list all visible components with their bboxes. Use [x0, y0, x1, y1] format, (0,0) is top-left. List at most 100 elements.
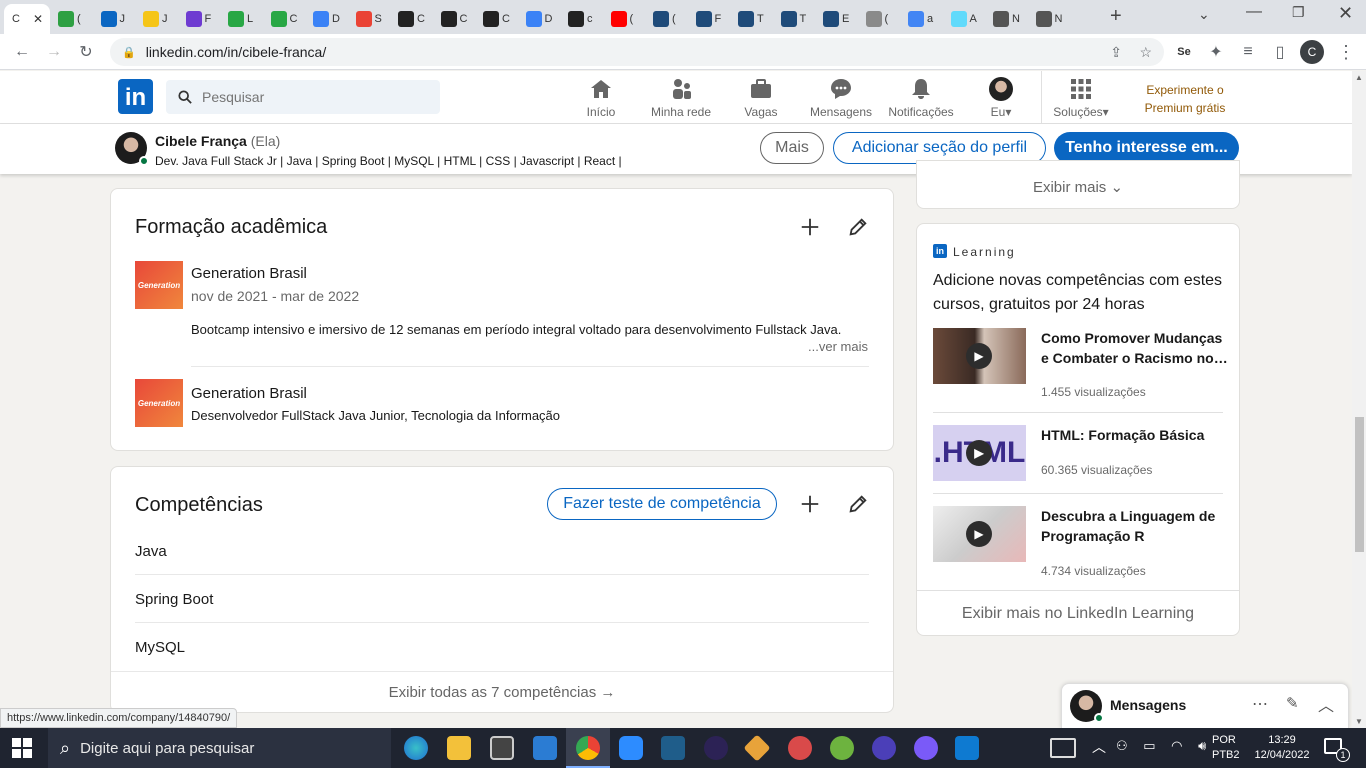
restore-icon[interactable]: ❐ [1292, 4, 1305, 21]
compose-icon[interactable]: ✎ [1286, 694, 1299, 712]
browser-tab[interactable]: ( [50, 4, 93, 34]
zoom-icon[interactable] [619, 736, 643, 760]
browser-tab[interactable]: ( [645, 4, 688, 34]
app-icon-3[interactable] [914, 736, 938, 760]
browser-tab[interactable]: c [560, 4, 603, 34]
messaging-overlay[interactable]: Mensagens ⋯ ✎ ︿ [1061, 683, 1349, 728]
browser-tab[interactable]: A [943, 4, 986, 34]
media-icon[interactable]: ≡ [1236, 40, 1260, 64]
side-panel-icon[interactable]: ▯ [1268, 40, 1292, 64]
menu-icon[interactable]: ⋮ [1334, 40, 1358, 64]
vscode-icon[interactable] [955, 736, 979, 760]
browser-tab[interactable]: C [390, 4, 433, 34]
browser-tab[interactable]: E [815, 4, 858, 34]
file-explorer-icon[interactable] [447, 736, 471, 760]
app-icon-2[interactable] [872, 736, 896, 760]
school-name[interactable]: Generation Brasil [191, 385, 307, 402]
course-title[interactable]: Como Promover Mudanças e Combater o Raci… [1041, 328, 1231, 368]
clock[interactable]: 13:29 12/04/2022 [1250, 733, 1314, 763]
browser-tab-active[interactable]: C ✕ [4, 4, 50, 34]
browser-tab[interactable]: N [1028, 4, 1071, 34]
learning-footer-link[interactable]: Exibir mais no LinkedIn Learning [917, 605, 1239, 623]
skill-test-button[interactable]: Fazer teste de competência [547, 488, 777, 520]
more-options-icon[interactable]: ⋯ [1252, 694, 1268, 714]
browser-tab[interactable]: L [220, 4, 263, 34]
browser-tab[interactable]: F [688, 4, 731, 34]
profile-avatar[interactable]: C [1300, 40, 1324, 64]
see-more-link[interactable]: ...ver mais [808, 339, 868, 354]
reload-icon[interactable]: ↻ [74, 40, 98, 64]
show-more-button[interactable]: Exibir mais ⌄ [917, 178, 1239, 196]
chrome-icon[interactable] [576, 736, 600, 760]
tray-icons[interactable]: ⚇ ▭ ◠ 🔊︎ [1116, 738, 1212, 754]
mysql-workbench-icon[interactable] [661, 736, 685, 760]
nav-notificacoes[interactable]: Notificações [881, 77, 961, 119]
minimize-icon[interactable]: — [1246, 3, 1262, 21]
extensions-icon[interactable]: ✦ [1204, 40, 1228, 64]
course-thumbnail[interactable]: .HTML ▶ [933, 425, 1026, 481]
browser-tab[interactable]: C [263, 4, 306, 34]
spring-tool-icon[interactable] [830, 736, 854, 760]
show-all-skills-link[interactable]: Exibir todas as 7 competências → [111, 684, 893, 701]
windows-start-icon[interactable] [12, 738, 32, 758]
nav-inicio[interactable]: Início [561, 77, 641, 119]
selenium-ext-icon[interactable]: Se [1172, 40, 1196, 64]
forward-icon[interactable]: → [42, 40, 66, 64]
browser-tab[interactable]: a [900, 4, 943, 34]
page-scrollbar[interactable]: ▲ ▼ [1352, 71, 1366, 728]
taskbar-search[interactable]: ⌕ Digite aqui para pesquisar [48, 728, 391, 768]
browser-tab[interactable]: S [348, 4, 391, 34]
browser-tab[interactable]: T [773, 4, 816, 34]
add-icon[interactable] [799, 493, 821, 515]
nav-mensagens[interactable]: Mensagens [801, 77, 881, 119]
more-button[interactable]: Mais [760, 132, 824, 164]
browser-tab[interactable]: N [985, 4, 1028, 34]
back-icon[interactable]: ← [10, 40, 34, 64]
browser-tab[interactable]: D [305, 4, 348, 34]
course-thumbnail[interactable]: ▶ [933, 328, 1026, 384]
close-window-icon[interactable]: ✕ [1338, 3, 1353, 24]
course-title[interactable]: Descubra a Linguagem de Programação R [1041, 506, 1231, 546]
edge-icon[interactable] [404, 736, 428, 760]
premium-link[interactable]: Experimente o Premium grátis [1130, 81, 1240, 117]
browser-tab[interactable]: ( [858, 4, 901, 34]
tray-up-arrow-icon[interactable]: ︿ [1092, 737, 1106, 757]
skill-item[interactable]: MySQL [135, 639, 185, 656]
tab-search-icon[interactable]: ⌄ [1198, 6, 1210, 23]
browser-tab[interactable]: J [93, 4, 136, 34]
skill-item[interactable]: Java [135, 543, 167, 560]
browser-tab[interactable]: ( [603, 4, 646, 34]
nav-eu[interactable]: Eu▾ [961, 77, 1041, 119]
school-name[interactable]: Generation Brasil [191, 265, 307, 282]
school-logo[interactable]: Generation [135, 261, 183, 309]
eclipse-icon[interactable] [704, 736, 728, 760]
new-tab-button[interactable]: + [1110, 5, 1122, 28]
add-icon[interactable] [799, 216, 821, 238]
bookmark-star-icon[interactable]: ☆ [1139, 44, 1152, 61]
browser-tab[interactable]: C [475, 4, 518, 34]
school-logo[interactable]: Generation [135, 379, 183, 427]
edit-pencil-icon[interactable] [847, 493, 869, 515]
nav-solucoes[interactable]: Soluções▾ [1041, 77, 1121, 119]
linkedin-logo[interactable]: in [118, 79, 153, 114]
share-icon[interactable]: ⇪ [1110, 44, 1122, 61]
chevron-up-icon[interactable]: ︿ [1318, 692, 1334, 716]
nav-vagas[interactable]: Vagas [721, 77, 801, 119]
course-title[interactable]: HTML: Formação Básica [1041, 425, 1231, 445]
search-box[interactable] [166, 80, 440, 114]
address-bar[interactable]: 🔒 linkedin.com/in/cibele-franca/ ⇪ ☆ [110, 38, 1164, 66]
browser-tab[interactable]: F [178, 4, 221, 34]
course-thumbnail[interactable]: ▶ [933, 506, 1026, 562]
tab-close-icon[interactable]: ✕ [33, 12, 43, 26]
store-icon[interactable] [490, 736, 514, 760]
app-icon[interactable] [788, 736, 812, 760]
browser-tab[interactable]: D [518, 4, 561, 34]
scroll-up-arrow[interactable]: ▲ [1355, 73, 1363, 82]
scroll-down-arrow[interactable]: ▼ [1355, 717, 1363, 726]
nav-minha-rede[interactable]: Minha rede [641, 77, 721, 119]
mail-icon[interactable] [533, 736, 557, 760]
scrollbar-thumb[interactable] [1355, 417, 1364, 552]
keyboard-language[interactable]: POR PTB2 [1212, 733, 1240, 763]
browser-tab[interactable]: T [730, 4, 773, 34]
browser-tab[interactable]: J [135, 4, 178, 34]
